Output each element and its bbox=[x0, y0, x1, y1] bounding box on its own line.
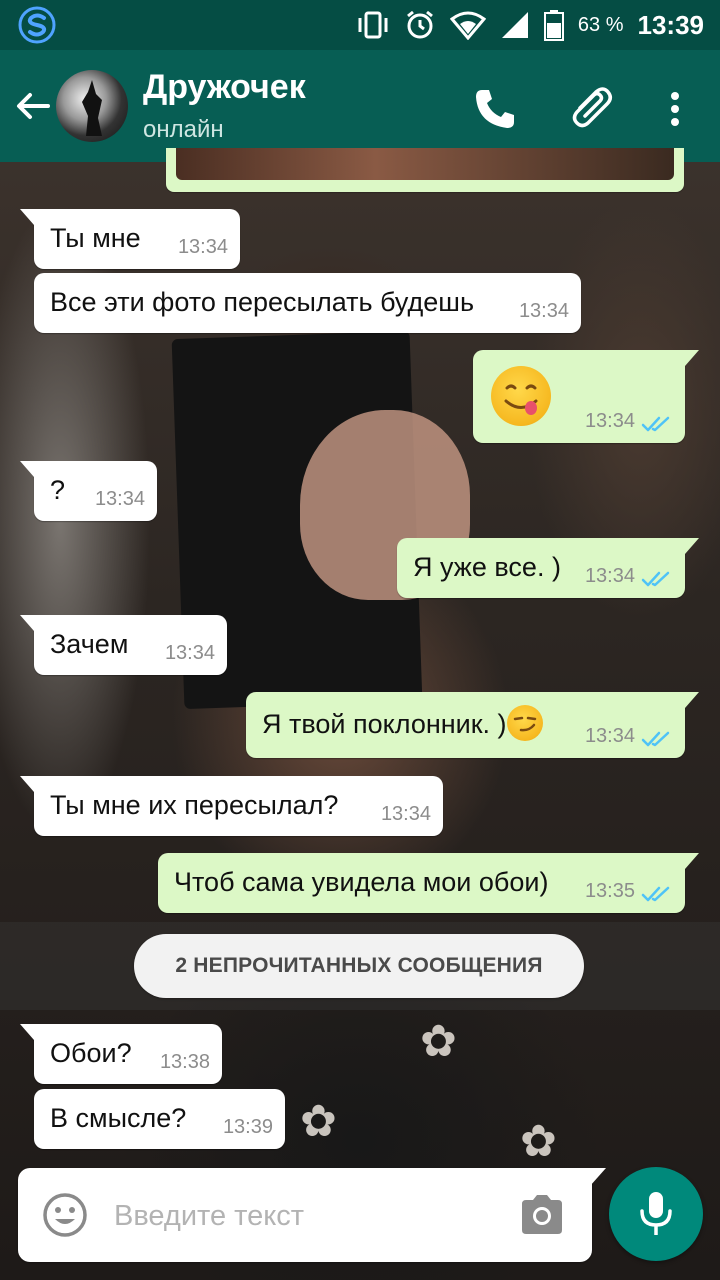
bubble-tail bbox=[20, 461, 34, 477]
message-text: Ты мне bbox=[50, 223, 141, 253]
signal-icon bbox=[501, 12, 528, 38]
message-time: 13:34 bbox=[94, 488, 145, 510]
message-text: Зачем bbox=[50, 629, 129, 659]
message-bubble-incoming[interactable]: Ты мне их пересылал? 13:34 bbox=[20, 776, 443, 836]
vibrate-icon bbox=[358, 11, 388, 39]
message-time: 13:39 bbox=[222, 1116, 273, 1138]
message-bubble-outgoing[interactable]: Я уже все. ) 13:34 bbox=[397, 538, 699, 598]
emoji-icon[interactable] bbox=[42, 1192, 88, 1238]
message-bubble-incoming[interactable]: Обои? 13:38 bbox=[20, 1024, 222, 1084]
image-message-partial[interactable] bbox=[166, 148, 684, 192]
message-text: Я твой поклонник. ) bbox=[262, 709, 507, 740]
wifi-icon bbox=[449, 11, 486, 40]
mic-icon bbox=[640, 1192, 672, 1235]
wallpaper-flower: ✿ bbox=[300, 1097, 337, 1146]
wallpaper-flower: ✿ bbox=[520, 1117, 557, 1166]
message-time: 13:35 bbox=[584, 880, 635, 902]
message-text: Я уже все. ) bbox=[413, 552, 561, 582]
message-text: Ты мне их пересылал? bbox=[50, 790, 339, 820]
yum-face-glyph bbox=[504, 384, 538, 415]
message-input[interactable] bbox=[112, 1190, 496, 1242]
more-vert-icon[interactable] bbox=[660, 84, 690, 134]
double-check-icon bbox=[641, 416, 670, 432]
bubble-tail bbox=[685, 350, 699, 366]
camera-icon[interactable] bbox=[518, 1192, 566, 1236]
message-bubble-incoming[interactable]: Все эти фото пересылать будешь 13:34 bbox=[34, 273, 581, 333]
smirk-face-glyph bbox=[513, 716, 536, 732]
bubble-tail bbox=[20, 776, 34, 792]
message-time: 13:34 bbox=[584, 725, 635, 747]
bubble-tail bbox=[685, 538, 699, 554]
message-text: В смысле? bbox=[50, 1103, 187, 1133]
message-time: 13:34 bbox=[584, 565, 635, 587]
s-badge-icon bbox=[18, 6, 56, 44]
message-text: Чтоб сама увидела мои обои) bbox=[174, 867, 549, 897]
message-bubble-incoming[interactable]: В смысле? 13:39 bbox=[34, 1089, 285, 1149]
arrow-left-icon[interactable] bbox=[12, 86, 52, 126]
double-check-icon bbox=[641, 886, 670, 902]
avatar-silhouette bbox=[82, 80, 102, 136]
message-bubble-incoming[interactable]: Ты мне 13:34 bbox=[20, 209, 240, 269]
message-time: 13:34 bbox=[177, 236, 228, 258]
phone-icon[interactable] bbox=[470, 84, 520, 134]
message-text: Обои? bbox=[50, 1038, 132, 1068]
yum-face-emoji-icon bbox=[491, 366, 551, 426]
bubble-tail bbox=[20, 615, 34, 631]
bubble-tail bbox=[20, 1024, 34, 1040]
message-text: Все эти фото пересылать будешь bbox=[50, 287, 475, 317]
composer-tail bbox=[590, 1168, 606, 1186]
status-bar: 63 % 13:39 bbox=[0, 0, 720, 50]
contact-name[interactable]: Дружочек bbox=[143, 68, 306, 107]
mic-button[interactable] bbox=[609, 1167, 703, 1261]
smirk-face-emoji-icon bbox=[506, 705, 543, 741]
double-check-icon bbox=[641, 731, 670, 747]
bubble-tail bbox=[20, 209, 34, 225]
contact-status: онлайн bbox=[143, 116, 224, 143]
image-thumbnail[interactable] bbox=[176, 148, 674, 180]
message-bubble-incoming[interactable]: ? 13:34 bbox=[20, 461, 157, 521]
message-text: ? bbox=[50, 475, 66, 505]
message-time: 13:34 bbox=[584, 410, 635, 432]
avatar[interactable] bbox=[56, 70, 128, 142]
message-bubble-outgoing[interactable]: 13:34 bbox=[473, 350, 699, 443]
battery-icon bbox=[543, 10, 564, 41]
message-content: Я твой поклонник. ) bbox=[262, 705, 543, 744]
wallpaper-flower: ✿ bbox=[420, 1017, 457, 1066]
alarm-icon bbox=[406, 10, 433, 39]
message-time: 13:38 bbox=[159, 1051, 210, 1073]
status-right-group: 63 % 13:39 bbox=[356, 0, 704, 50]
status-time: 13:39 bbox=[637, 9, 705, 40]
message-time: 13:34 bbox=[518, 300, 569, 322]
battery-percent: 63 % bbox=[577, 13, 624, 36]
unread-messages-banner: 2 НЕПРОЧИТАННЫХ СООБЩЕНИЯ bbox=[134, 934, 584, 998]
paperclip-icon[interactable] bbox=[566, 82, 616, 132]
chat-header: Дружочек онлайн bbox=[0, 50, 720, 162]
message-bubble-outgoing[interactable]: Чтоб сама увидела мои обои) 13:35 bbox=[158, 853, 699, 913]
message-bubble-outgoing[interactable]: Я твой поклонник. ) 13:34 bbox=[246, 692, 699, 758]
bubble-tail bbox=[685, 692, 699, 708]
message-time: 13:34 bbox=[164, 642, 215, 664]
double-check-icon bbox=[641, 571, 670, 587]
message-time: 13:34 bbox=[380, 803, 431, 825]
message-bubble-incoming[interactable]: Зачем 13:34 bbox=[20, 615, 227, 675]
bubble-tail bbox=[685, 853, 699, 869]
